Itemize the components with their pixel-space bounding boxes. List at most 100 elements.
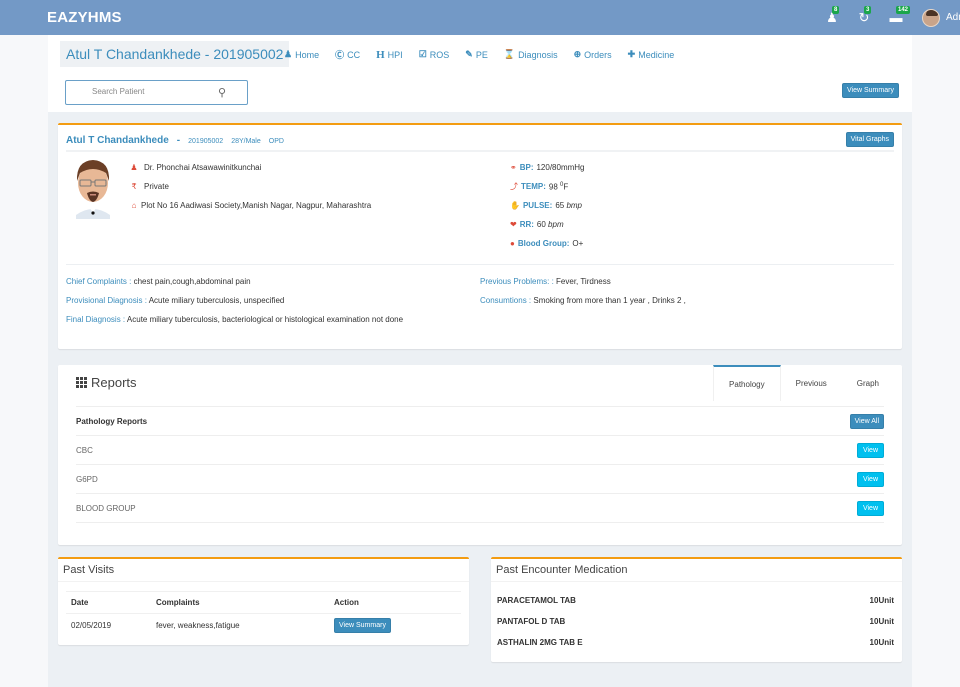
vital-graphs-button[interactable]: Vital Graphs	[845, 132, 894, 147]
nav-hpi[interactable]: H HPI	[376, 48, 403, 61]
hand-icon: ✋	[510, 201, 520, 210]
nav-ros[interactable]: ☑ ROS	[419, 48, 450, 61]
medkit-icon: ✚	[627, 49, 636, 59]
patient-info-card: Atul T Chandankhede - 201905002 28Y/Male…	[58, 123, 902, 349]
divider	[66, 264, 894, 265]
table-header: Date Complaints Action	[66, 592, 461, 614]
nav-cc[interactable]: Ⓒ CC	[335, 48, 360, 61]
patient-card-header: Atul T Chandankhede - 201905002 28Y/Male…	[66, 135, 284, 146]
home-icon: ⌂	[131, 201, 137, 210]
patient-info: ♟ Dr. Phonchai Atsawawinitkunchai ₹ Priv…	[130, 158, 371, 215]
doctor-line: ♟ Dr. Phonchai Atsawawinitkunchai	[130, 158, 371, 177]
users-badge: 8	[832, 5, 840, 14]
rupee-icon: ₹	[131, 182, 137, 191]
payment-line: ₹ Private	[130, 177, 371, 196]
cc-icon: Ⓒ	[335, 50, 345, 60]
vital-bp: ⚭ BP: 120/80mmHg	[510, 163, 585, 172]
user-name[interactable]: Admin	[946, 12, 960, 23]
top-icons: ♟ 8 ↻ 3 ▬ 142 Admin	[818, 0, 960, 35]
address: Plot No 16 Aadiwasi Society,Manish Nagar…	[141, 201, 372, 210]
tab-previous[interactable]: Previous	[781, 365, 842, 401]
nav-medicine[interactable]: ✚ Medicine	[628, 48, 675, 61]
previous-problems: Previous Problems: : Fever, Tirdness	[480, 277, 611, 286]
vital-temp: ⤴ TEMP: 98 0F	[510, 181, 569, 192]
user-avatar[interactable]	[922, 8, 940, 27]
bolt-icon: ⤴	[510, 182, 518, 191]
search-patient-input[interactable]	[92, 87, 212, 96]
tab-graph[interactable]: Graph	[842, 365, 894, 401]
past-visits-table: Date Complaints Action 02/05/2019 fever,…	[66, 591, 461, 636]
vital-blood-group: ● Blood Group: O+	[510, 239, 584, 248]
table-row: BLOOD GROUP View	[76, 494, 884, 523]
list-item: ASTHALIN 2MG TAB E 10Unit	[497, 638, 894, 647]
past-medication-card: Past Encounter Medication PARACETAMOL TA…	[491, 557, 902, 662]
table-row: G6PD View	[76, 465, 884, 494]
vital-rr: ❤ RR: 60 bpm	[510, 220, 564, 229]
table-row: 02/05/2019 fever, weakness,fatigue View …	[66, 614, 461, 636]
provisional-diagnosis: Provisional Diagnosis : Acute miliary tu…	[66, 296, 285, 305]
heartbeat-icon: ❤	[510, 220, 517, 229]
edit-icon: ✎	[465, 49, 473, 59]
stethoscope-icon: ⚭	[510, 163, 517, 172]
search-plus-icon: ⊕	[573, 49, 582, 59]
view-button[interactable]: View	[856, 471, 884, 487]
vital-pulse: ✋ PULSE: 65 bmp	[510, 201, 582, 210]
list-item: PARACETAMOL TAB 10Unit	[497, 596, 894, 605]
list-item: PANTAFOL D TAB 10Unit	[497, 617, 894, 626]
reports-card: Reports Pathology Previous Graph Patholo…	[58, 365, 902, 545]
refresh-badge: 3	[864, 5, 872, 14]
main-content: Atul T Chandankhede - 201905002 ♟ Home Ⓒ C…	[48, 35, 912, 687]
patient-name: Atul T Chandankhede	[66, 135, 169, 146]
medication-title: Past Encounter Medication	[496, 564, 628, 576]
table-row: CBC View	[76, 436, 884, 465]
past-visits-title: Past Visits	[63, 564, 115, 576]
doctor-icon: ♟	[130, 163, 138, 172]
tab-pathology[interactable]: Pathology	[713, 365, 781, 401]
hourglass-icon: ⌛	[503, 49, 516, 59]
medication-list: PARACETAMOL TAB 10Unit PANTAFOL D TAB 10…	[497, 590, 894, 653]
clinical-details-left: Chief Complaints : chest pain,cough,abdo…	[66, 277, 403, 334]
doctor-name: Dr. Phonchai Atsawawinitkunchai	[144, 163, 262, 172]
nav-pe[interactable]: ✎ PE	[465, 48, 488, 61]
reports-tabs: Pathology Previous Graph	[713, 365, 894, 401]
view-summary-button[interactable]: View Summary	[334, 617, 391, 633]
nav-orders[interactable]: ⊕ Orders	[574, 48, 612, 61]
chief-complaints: Chief Complaints : chest pain,cough,abdo…	[66, 277, 251, 286]
view-button[interactable]: View	[856, 442, 884, 458]
past-visits-card: Past Visits Date Complaints Action 02/05…	[58, 557, 469, 645]
reports-title: Reports	[76, 375, 137, 390]
separator: -	[176, 135, 181, 146]
refresh-notification[interactable]: ↻ 3	[850, 5, 878, 28]
bed-notification[interactable]: ▬ 142	[882, 5, 911, 28]
search-icon[interactable]: ⚲	[218, 86, 226, 99]
divider	[491, 581, 902, 582]
users-notification[interactable]: ♟ 8	[818, 5, 846, 28]
search-patient-box: ⚲	[65, 80, 248, 105]
user-icon: ♟	[284, 49, 293, 59]
vitals: ⚭ BP: 120/80mmHg ⤴ TEMP: 98 0F ✋ PULSE: …	[510, 158, 585, 253]
h-icon: H	[376, 48, 385, 61]
brand-logo[interactable]: EAZYHMS	[47, 9, 122, 26]
patient-header: Atul T Chandankhede - 201905002 ♟ Home Ⓒ C…	[48, 35, 912, 112]
nav-home[interactable]: ♟ Home	[284, 48, 319, 61]
view-button[interactable]: View	[856, 500, 884, 516]
divider	[58, 581, 469, 582]
payment-type: Private	[144, 182, 169, 191]
patient-type: OPD	[268, 138, 284, 145]
consumptions: Consumtions : Smoking from more than 1 y…	[480, 296, 686, 305]
top-navbar: EAZYHMS ♟ 8 ↻ 3 ▬ 142 Admin	[0, 0, 960, 35]
clinical-details-right: Previous Problems: : Fever, Tirdness Con…	[480, 277, 686, 315]
tint-icon: ●	[510, 239, 515, 248]
patient-age-gender: 28Y/Male	[231, 138, 261, 145]
pathology-reports-table: Pathology Reports View All CBC View G6PD…	[76, 406, 884, 523]
view-summary-button[interactable]: View Summary	[842, 83, 899, 98]
patient-title: Atul T Chandankhede - 201905002	[60, 41, 290, 67]
view-all-button[interactable]: View All	[849, 413, 884, 429]
nav-diagnosis[interactable]: ⌛ Diagnosis	[504, 48, 558, 61]
address-line: ⌂ Plot No 16 Aadiwasi Society,Manish Nag…	[130, 196, 372, 215]
patient-id: 201905002	[188, 138, 224, 145]
final-diagnosis: Final Diagnosis : Acute miliary tubercul…	[66, 315, 404, 324]
divider	[66, 150, 894, 152]
patient-nav: ♟ Home Ⓒ CC H HPI ☑ ROS ✎ PE ⌛ Diagnosis ⊕ Orde…	[284, 48, 690, 61]
table-header: Pathology Reports View All	[76, 407, 884, 436]
